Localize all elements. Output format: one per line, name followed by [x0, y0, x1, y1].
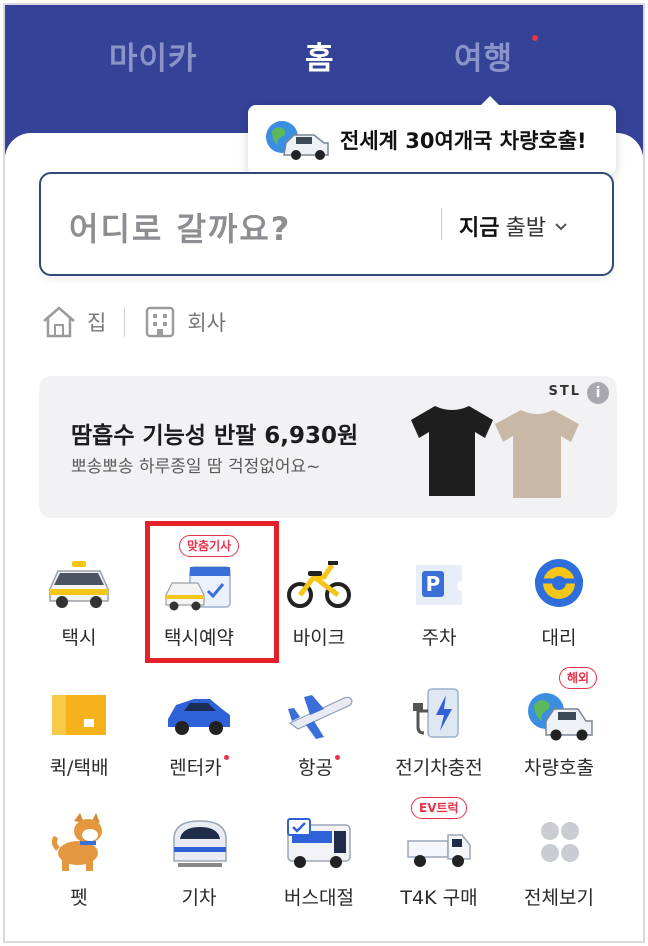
shortcut-home[interactable]: 집	[41, 305, 106, 339]
service-label: 택시	[61, 627, 97, 649]
bus-icon	[287, 818, 351, 868]
service-parking[interactable]: P 주차	[379, 533, 499, 663]
global-car-icon	[266, 121, 329, 160]
train-icon	[173, 820, 227, 867]
box-icon	[52, 695, 106, 735]
service-label: 대리	[541, 627, 577, 649]
service-taxi[interactable]: 택시	[19, 533, 139, 663]
tab-home[interactable]: 홈	[305, 33, 335, 78]
service-label: 버스대절	[284, 887, 354, 909]
search-placeholder: 어디로 갈까요?	[69, 210, 292, 248]
service-rental-car[interactable]: 렌터카	[139, 663, 259, 793]
black-tshirt-image	[411, 406, 493, 496]
shortcut-home-label: 집	[87, 311, 107, 335]
service-label: 주차	[421, 627, 457, 649]
beige-tshirt-image	[495, 410, 579, 498]
tab-mycar[interactable]: 마이카	[109, 33, 198, 78]
service-label: 펫	[70, 887, 88, 909]
travel-new-dot	[532, 35, 538, 41]
ev-charger-icon	[413, 688, 459, 738]
depart-time-now: 지금	[459, 216, 500, 241]
service-pet[interactable]: 펫	[19, 793, 139, 923]
all-menu-icon	[541, 822, 579, 862]
service-label: 퀵/택배	[49, 757, 109, 779]
search-divider	[441, 208, 442, 240]
info-icon[interactable]: i	[587, 382, 609, 404]
global-car-icon	[528, 693, 593, 741]
building-icon	[146, 306, 175, 338]
app-screen: 마이카 홈 여행 전세계 30여개국 차량호출! 어디로 갈까요? 지금 출발	[3, 3, 645, 943]
service-label-rental: 렌터카	[139, 753, 259, 780]
service-view-all[interactable]: 전체보기	[499, 793, 619, 923]
shortcut-office[interactable]: 회사	[143, 305, 226, 339]
bike-icon	[287, 561, 351, 608]
service-quick-delivery[interactable]: 퀵/택배	[19, 663, 139, 793]
highlight-box	[145, 521, 279, 663]
flight-new-dot	[334, 755, 340, 760]
svg-text:P: P	[426, 572, 441, 596]
destination-search[interactable]: 어디로 갈까요? 지금 출발	[39, 172, 614, 276]
place-shortcuts: 집 회사	[41, 305, 226, 339]
rental-car-icon	[168, 699, 230, 735]
service-ev-charging[interactable]: 전기차충전	[379, 663, 499, 793]
service-label: 전체보기	[524, 887, 594, 909]
service-designated-driver[interactable]: 대리	[499, 533, 619, 663]
airplane-icon	[288, 695, 353, 739]
depart-label: 출발	[505, 216, 546, 241]
service-label: 전기차충전	[395, 757, 483, 779]
service-bus-charter[interactable]: 버스대절	[259, 793, 379, 923]
rental-label-text: 렌터카	[169, 757, 222, 779]
travel-tooltip[interactable]: 전세계 30여개국 차량호출!	[248, 96, 616, 175]
chevron-down-icon	[555, 223, 567, 231]
parking-icon: P	[416, 565, 462, 605]
service-label: 기차	[181, 887, 217, 909]
flight-label-text: 항공	[298, 757, 333, 779]
dog-icon	[51, 813, 102, 871]
banner-brand: STL	[548, 384, 581, 399]
service-train[interactable]: 기차	[139, 793, 259, 923]
ad-banner[interactable]: 땀흡수 기능성 반팔 6,930원 뽀송뽀송 하루종일 땀 걱정없어요~ STL…	[39, 376, 617, 518]
banner-title: 땀흡수 기능성 반팔 6,930원	[71, 423, 359, 449]
depart-time-selector[interactable]: 지금 출발	[459, 210, 570, 242]
shortcut-office-label: 회사	[187, 311, 226, 335]
service-label: T4K 구매	[400, 887, 478, 909]
service-label: 차량호출	[524, 757, 594, 779]
service-global-ride[interactable]: 해외 차량호출	[499, 663, 619, 793]
service-t4k-purchase[interactable]: EV트럭 T4K 구매	[379, 793, 499, 923]
service-grid: 택시 맞춤기사 택시예약 바이크 P 주차 대리 퀵/택배 렌터카 항공 전기차…	[19, 533, 619, 923]
service-label-flight: 항공	[259, 753, 379, 780]
rental-new-dot	[223, 755, 229, 760]
tab-travel[interactable]: 여행	[454, 33, 513, 78]
banner-subtitle: 뽀송뽀송 하루종일 땀 걱정없어요~	[71, 457, 321, 477]
taxi-icon	[49, 561, 109, 608]
truck-icon	[407, 834, 471, 867]
home-icon	[43, 306, 75, 338]
steering-wheel-icon	[535, 559, 583, 607]
service-flight[interactable]: 항공	[259, 663, 379, 793]
tooltip-text: 전세계 30여개국 차량호출!	[340, 129, 587, 153]
shortcut-divider	[124, 307, 126, 337]
